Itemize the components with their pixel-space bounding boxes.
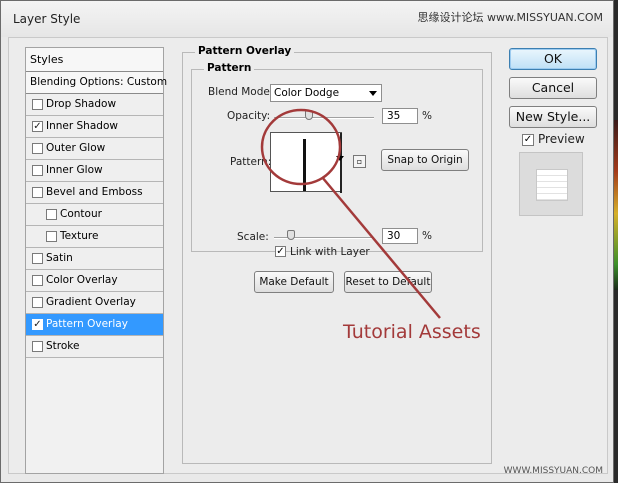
chevron-down-icon bbox=[369, 91, 377, 96]
style-item-texture[interactable]: Texture bbox=[26, 226, 163, 248]
preview-swatch bbox=[536, 169, 568, 201]
style-item-label: Contour bbox=[60, 208, 102, 220]
make-default-button[interactable]: Make Default bbox=[254, 271, 334, 293]
pattern-stripe-lower bbox=[303, 171, 306, 191]
watermark-footer: WWW.MISSYUAN.COM bbox=[503, 466, 603, 476]
style-item-label: Color Overlay bbox=[46, 274, 118, 286]
scale-label: Scale: bbox=[237, 231, 269, 243]
style-item-label: Texture bbox=[60, 230, 99, 242]
style-item-pattern-overlay[interactable]: ✓ Pattern Overlay bbox=[26, 314, 163, 336]
style-item-bevel-and-emboss[interactable]: Bevel and Emboss bbox=[26, 182, 163, 204]
style-item-contour[interactable]: Contour bbox=[26, 204, 163, 226]
style-checkbox[interactable]: ✓ bbox=[32, 121, 43, 132]
link-with-layer-checkbox[interactable]: ✓ bbox=[275, 246, 286, 257]
opacity-slider-track[interactable] bbox=[274, 117, 374, 119]
pattern-stripe-upper bbox=[303, 139, 306, 171]
style-item-label: Drop Shadow bbox=[46, 98, 117, 110]
style-item-label: Outer Glow bbox=[46, 142, 106, 154]
scale-unit: % bbox=[422, 230, 432, 242]
styles-header[interactable]: Styles bbox=[26, 48, 163, 72]
style-item-label: Stroke bbox=[46, 340, 80, 352]
snap-to-origin-button[interactable]: Snap to Origin bbox=[381, 149, 469, 171]
scale-input[interactable]: 30 bbox=[382, 228, 418, 244]
cancel-button[interactable]: Cancel bbox=[509, 77, 597, 99]
window-title: Layer Style bbox=[13, 12, 81, 26]
reset-to-default-button[interactable]: Reset to Default bbox=[344, 271, 432, 293]
style-item-inner-glow[interactable]: Inner Glow bbox=[26, 160, 163, 182]
style-checkbox[interactable] bbox=[32, 143, 43, 154]
style-item-satin[interactable]: Satin bbox=[26, 248, 163, 270]
preview-thumbnail bbox=[519, 152, 583, 216]
preview-checkbox[interactable]: ✓ bbox=[522, 134, 534, 146]
style-item-inner-shadow[interactable]: ✓ Inner Shadow bbox=[26, 116, 163, 138]
style-item-label: Inner Glow bbox=[46, 164, 103, 176]
opacity-slider-thumb[interactable] bbox=[305, 110, 313, 120]
pattern-subgroup: Pattern Blend Mode: Color Dodge Opacity:… bbox=[191, 62, 483, 252]
blending-options-item[interactable]: Blending Options: Custom bbox=[26, 72, 167, 94]
style-item-stroke[interactable]: Stroke bbox=[26, 336, 163, 358]
styles-list: Styles Blending Options: Custom Drop Sha… bbox=[25, 47, 167, 474]
style-items: Drop Shadow ✓ Inner Shadow Outer Glow Inner … bbox=[26, 94, 163, 358]
pattern-swatch-edge bbox=[340, 133, 342, 193]
pattern-label: Pattern: bbox=[230, 156, 272, 168]
dialog-body: Styles Blending Options: Custom Drop Sha… bbox=[8, 37, 608, 474]
ok-button[interactable]: OK bbox=[509, 48, 597, 70]
pattern-picker-swatch[interactable] bbox=[270, 132, 342, 193]
title-bar: Layer Style 思缘设计论坛 www.MISSYUAN.COM bbox=[1, 1, 613, 37]
new-style-button[interactable]: New Style... bbox=[509, 106, 597, 128]
style-checkbox[interactable] bbox=[32, 297, 43, 308]
style-item-label: Satin bbox=[46, 252, 73, 264]
style-item-gradient-overlay[interactable]: Gradient Overlay bbox=[26, 292, 163, 314]
style-item-label: Gradient Overlay bbox=[46, 296, 136, 308]
blend-mode-value: Color Dodge bbox=[274, 87, 340, 99]
style-checkbox[interactable] bbox=[32, 341, 43, 352]
opacity-input[interactable]: 35 bbox=[382, 108, 418, 124]
style-item-color-overlay[interactable]: Color Overlay bbox=[26, 270, 163, 292]
style-checkbox[interactable] bbox=[32, 165, 43, 176]
style-item-drop-shadow[interactable]: Drop Shadow bbox=[26, 94, 163, 116]
style-checkbox[interactable]: ✓ bbox=[32, 319, 43, 330]
style-checkbox[interactable] bbox=[46, 231, 57, 242]
layer-style-dialog: Layer Style 思缘设计论坛 www.MISSYUAN.COM Styl… bbox=[0, 0, 614, 483]
annotation-label: Tutorial Assets bbox=[343, 321, 481, 343]
opacity-label: Opacity: bbox=[227, 110, 271, 122]
scale-slider-thumb[interactable] bbox=[287, 230, 295, 240]
pattern-overlay-title: Pattern Overlay bbox=[195, 45, 295, 57]
blend-mode-select[interactable]: Color Dodge bbox=[270, 84, 382, 102]
link-with-layer-label: Link with Layer bbox=[290, 246, 370, 258]
style-checkbox[interactable] bbox=[46, 209, 57, 220]
preview-label: Preview bbox=[538, 132, 585, 146]
style-item-label: Bevel and Emboss bbox=[46, 186, 143, 198]
new-preset-icon[interactable]: ▫ bbox=[353, 155, 366, 168]
style-item-outer-glow[interactable]: Outer Glow bbox=[26, 138, 163, 160]
style-checkbox[interactable] bbox=[32, 253, 43, 264]
style-item-label: Inner Shadow bbox=[46, 120, 118, 132]
watermark-text: 思缘设计论坛 www.MISSYUAN.COM bbox=[417, 11, 603, 24]
opacity-unit: % bbox=[422, 110, 432, 122]
style-checkbox[interactable] bbox=[32, 275, 43, 286]
pattern-dropdown-chevron-icon[interactable] bbox=[336, 156, 344, 161]
style-item-label: Pattern Overlay bbox=[46, 318, 128, 330]
pattern-overlay-group: Pattern Overlay Pattern Blend Mode: Colo… bbox=[182, 45, 492, 464]
pattern-subgroup-title: Pattern bbox=[204, 62, 255, 74]
style-checkbox[interactable] bbox=[32, 187, 43, 198]
blend-mode-label: Blend Mode: bbox=[208, 86, 274, 98]
style-checkbox[interactable] bbox=[32, 99, 43, 110]
